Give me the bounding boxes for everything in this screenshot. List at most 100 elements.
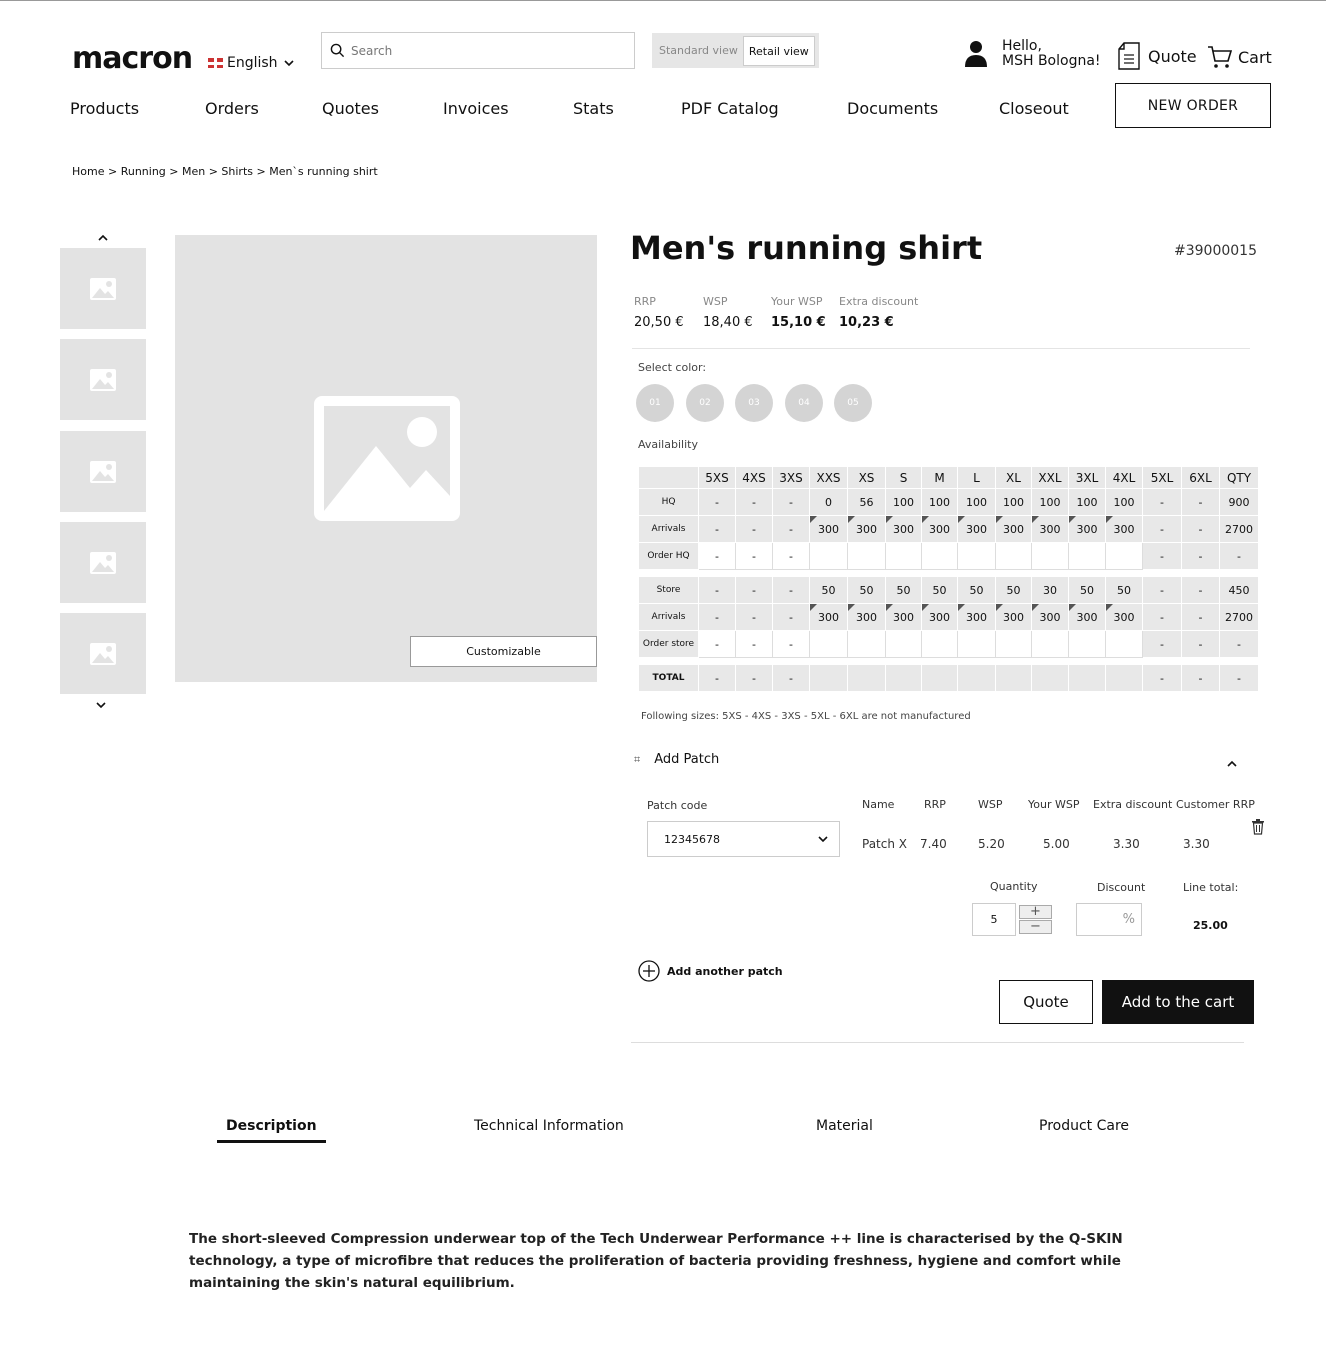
tab-product-care[interactable]: Product Care [1039, 1118, 1129, 1134]
search-box[interactable] [321, 32, 635, 69]
order-qty-input[interactable] [847, 630, 886, 658]
header-cart-link[interactable]: Cart [1207, 45, 1272, 69]
thumbnail[interactable] [60, 613, 146, 694]
search-input[interactable] [351, 43, 611, 58]
nav-products[interactable]: Products [70, 99, 139, 118]
color-swatch[interactable]: 01 [636, 384, 674, 422]
availability-cell: 50 [921, 576, 958, 604]
order-qty-input[interactable] [1031, 542, 1069, 570]
availability-cell: 300 [995, 603, 1032, 631]
availability-cell: 300 [921, 603, 958, 631]
chevron-up-icon[interactable] [97, 234, 109, 242]
availability-cell: - [1142, 630, 1182, 658]
availability-cell: - [698, 576, 736, 604]
order-qty-input[interactable] [957, 630, 996, 658]
patch-customer-rrp-value: 3.30 [1183, 837, 1210, 851]
quantity-increment-button[interactable]: + [1019, 905, 1052, 919]
order-qty-input[interactable] [1105, 630, 1143, 658]
add-to-cart-button[interactable]: Add to the cart [1102, 980, 1254, 1024]
price-value-your-wsp: 15,10 € [771, 315, 826, 330]
availability-cell: - [698, 603, 736, 631]
price-value-rrp: 20,50 € [634, 315, 684, 330]
availability-cell: 50 [885, 576, 922, 604]
trash-icon[interactable] [1251, 819, 1265, 835]
availability-cell: - [772, 488, 810, 516]
table-row: Arrivals - - -300 300 300 300 300 300 300 300 300- -… [638, 603, 1259, 631]
retail-view-option[interactable]: Retail view [742, 35, 815, 66]
color-swatch[interactable]: 05 [834, 384, 872, 422]
tab-material[interactable]: Material [816, 1118, 873, 1134]
color-swatch[interactable]: 02 [686, 384, 724, 422]
nav-quotes[interactable]: Quotes [322, 99, 379, 118]
order-qty-input[interactable] [885, 542, 922, 570]
new-order-button[interactable]: NEW ORDER [1115, 83, 1271, 128]
greeting: Hello, MSH Bologna! [1002, 39, 1101, 69]
order-qty-input[interactable] [1068, 630, 1106, 658]
table-spacer [638, 657, 1259, 665]
price-label-wsp: WSP [703, 295, 728, 308]
main-product-image[interactable] [175, 235, 597, 682]
availability-cell: - [1181, 664, 1220, 692]
add-another-patch-button[interactable]: Add another patch [638, 960, 783, 982]
nav-pdf-catalog[interactable]: PDF Catalog [681, 99, 779, 118]
order-qty-input[interactable] [1105, 542, 1143, 570]
order-qty-input[interactable] [921, 542, 958, 570]
size-header: M [921, 466, 958, 489]
tab-technical-information[interactable]: Technical Information [474, 1118, 624, 1134]
quantity-decrement-button[interactable]: − [1019, 920, 1052, 934]
quantity-input[interactable]: 5 [972, 903, 1016, 936]
chevron-up-icon[interactable] [1226, 760, 1238, 768]
thumbnail[interactable] [60, 339, 146, 420]
quote-button[interactable]: Quote [999, 980, 1093, 1024]
uk-flag-icon [208, 58, 223, 68]
line-total-label: Line total: [1183, 881, 1239, 894]
thumbnail[interactable] [60, 248, 146, 329]
order-qty-input[interactable] [847, 542, 886, 570]
order-qty-input[interactable] [995, 630, 1032, 658]
nav-stats[interactable]: Stats [573, 99, 614, 118]
header-quote-link[interactable]: Quote [1118, 42, 1197, 70]
standard-view-option[interactable]: Standard view [654, 36, 743, 66]
breadcrumb[interactable]: Home > Running > Men > Shirts > Men`s ru… [72, 165, 378, 178]
availability-cell: - [1181, 603, 1220, 631]
order-qty-input[interactable] [1068, 542, 1106, 570]
nav-closeout[interactable]: Closeout [999, 99, 1069, 118]
nav-invoices[interactable]: Invoices [443, 99, 509, 118]
patch-col-rrp: RRP [924, 798, 946, 811]
color-swatch[interactable]: 04 [785, 384, 823, 422]
patch-code-select[interactable]: 12345678 [647, 821, 840, 857]
availability-cell: - [772, 603, 810, 631]
customizable-button[interactable]: Customizable [410, 636, 597, 667]
order-qty-input[interactable] [809, 542, 848, 570]
language-selector[interactable]: English [208, 55, 296, 71]
add-patch-header[interactable]: ⌗ Add Patch [634, 752, 719, 767]
chevron-down-icon[interactable] [95, 701, 107, 709]
nav-documents[interactable]: Documents [847, 99, 938, 118]
order-qty-input[interactable] [885, 630, 922, 658]
availability-cell: 100 [957, 488, 996, 516]
row-label: Order store [638, 630, 699, 658]
order-qty-input[interactable] [809, 630, 848, 658]
thumbnail[interactable] [60, 522, 146, 603]
availability-cell: - [772, 576, 810, 604]
view-toggle[interactable]: Standard view Retail view [652, 33, 819, 68]
quantity-label: Quantity [990, 880, 1038, 893]
availability-cell [995, 664, 1032, 692]
nav-orders[interactable]: Orders [205, 99, 259, 118]
availability-cell [1068, 664, 1106, 692]
discount-input[interactable]: % [1076, 903, 1142, 936]
availability-cell: 50 [847, 576, 886, 604]
order-qty-input[interactable] [1031, 630, 1069, 658]
tab-description[interactable]: Description [217, 1118, 326, 1143]
user-account[interactable]: Hello, MSH Bologna! [964, 39, 1101, 69]
color-swatch[interactable]: 03 [735, 384, 773, 422]
language-label: English [227, 55, 278, 71]
availability-cell: 0 [809, 488, 848, 516]
order-qty-input[interactable] [921, 630, 958, 658]
thumbnail[interactable] [60, 431, 146, 512]
order-qty-input[interactable] [995, 542, 1032, 570]
availability-cell [809, 664, 848, 692]
order-qty-input[interactable] [957, 542, 996, 570]
macron-logo[interactable]: macron [72, 41, 193, 76]
product-description: The short-sleeved Compression underwear … [189, 1231, 1123, 1291]
